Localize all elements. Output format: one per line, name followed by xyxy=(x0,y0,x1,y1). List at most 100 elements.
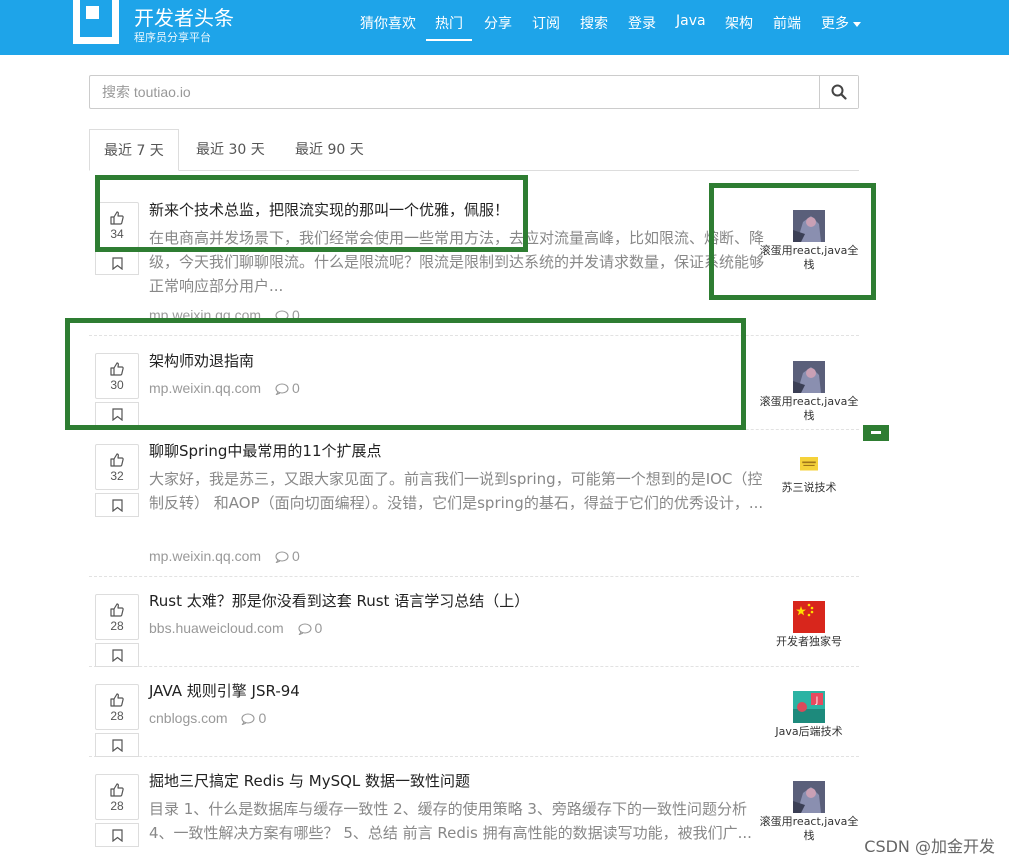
list-item: 28 Rust 太难？那是你没看到这套 Rust 语言学习总结（上） bbs.h… xyxy=(89,577,859,667)
nav-frontend[interactable]: 前端 xyxy=(773,13,801,33)
item-title[interactable]: 掘地三尺搞定 Redis 与 MySQL 数据一致性问题 xyxy=(149,770,470,791)
tab-last-30-days[interactable]: 最近 30 天 xyxy=(182,129,279,171)
comment-count: 0 xyxy=(291,307,300,323)
author-name: 苏三说技术 xyxy=(781,481,837,494)
comment-count: 0 xyxy=(314,620,323,636)
upvote-button[interactable]: 28 xyxy=(95,684,139,730)
avatar xyxy=(793,361,825,393)
author[interactable]: 开发者独家号 xyxy=(755,601,863,649)
item-source[interactable]: cnblogs.com xyxy=(149,710,228,726)
bookmark-button[interactable] xyxy=(95,402,139,426)
search-input[interactable] xyxy=(90,76,820,108)
chevron-down-icon xyxy=(853,21,861,27)
comment-count: 0 xyxy=(291,380,300,396)
author[interactable]: 滚蛋用react,java全栈 xyxy=(755,210,863,272)
upvote-button[interactable]: 34 xyxy=(95,202,139,248)
brand-subtitle: 程序员分享平台 xyxy=(134,31,211,44)
nav-share[interactable]: 分享 xyxy=(484,13,512,33)
logo-icon[interactable] xyxy=(73,0,119,44)
list-item: 34 新来个技术总监，把限流实现的那叫一个优雅，佩服！ 在电商高并发场景下，我们… xyxy=(89,183,859,336)
top-navbar: 开发者头条 程序员分享平台 猜你喜欢 热门 分享 订阅 搜索 登录 Java 架… xyxy=(0,0,1009,55)
comment-link[interactable]: 0 xyxy=(297,620,323,636)
vote-count: 34 xyxy=(110,227,124,241)
author-name: Java后端技术 xyxy=(775,725,843,738)
bookmark-button[interactable] xyxy=(95,643,139,667)
item-meta: mp.weixin.qq.com 0 xyxy=(149,548,300,564)
item-source[interactable]: mp.weixin.qq.com xyxy=(149,307,261,323)
upvote-button[interactable]: 32 xyxy=(95,444,139,490)
vote-count: 28 xyxy=(110,799,124,813)
author[interactable]: 滚蛋用react,java全栈 xyxy=(755,781,863,843)
list-item: 28 JAVA 规则引擎 JSR-94 cnblogs.com 0 J Java… xyxy=(89,667,859,757)
upvote-button[interactable]: 28 xyxy=(95,774,139,820)
author[interactable]: J Java后端技术 xyxy=(755,691,863,739)
thumbs-up-icon xyxy=(110,453,124,467)
vote-count: 30 xyxy=(110,378,124,392)
nav-more-dropdown[interactable]: 更多 xyxy=(821,13,861,33)
nav-java[interactable]: Java xyxy=(676,13,706,29)
list-item: 30 架构师劝退指南 mp.weixin.qq.com 0 滚蛋用react,j… xyxy=(89,336,859,430)
item-meta: cnblogs.com 0 xyxy=(149,710,266,726)
brand-name[interactable]: 开发者头条 xyxy=(134,2,234,31)
bookmark-icon xyxy=(112,829,123,842)
search-icon xyxy=(831,84,847,100)
highlight-marker xyxy=(863,425,889,441)
thumbs-up-icon xyxy=(110,211,124,225)
search-button[interactable] xyxy=(819,76,858,108)
tab-last-7-days[interactable]: 最近 7 天 xyxy=(89,129,179,171)
watermark: CSDN @加金开发 xyxy=(864,837,995,856)
nav-guess-you-like[interactable]: 猜你喜欢 xyxy=(360,13,416,33)
comment-link[interactable]: 0 xyxy=(275,307,300,323)
comment-icon xyxy=(241,713,256,726)
item-source[interactable]: bbs.huaweicloud.com xyxy=(149,620,284,636)
item-meta: mp.weixin.qq.com 0 xyxy=(149,307,300,323)
date-range-tabs: 最近 7 天 最近 30 天 最近 90 天 xyxy=(89,129,859,171)
nav-architecture[interactable]: 架构 xyxy=(725,13,753,33)
bookmark-button[interactable] xyxy=(95,733,139,757)
comment-icon xyxy=(275,551,289,564)
item-source[interactable]: mp.weixin.qq.com xyxy=(149,380,261,396)
avatar: J xyxy=(793,691,825,723)
list-item: 32 聊聊Spring中最常用的11个扩展点 大家好，我是苏三，又跟大家见面了。… xyxy=(89,430,859,577)
comment-link[interactable]: 0 xyxy=(241,710,266,726)
item-summary: 目录 1、什么是数据库与缓存一致性 2、缓存的使用策略 3、旁路缓存下的一致性问… xyxy=(149,800,752,842)
nav-search[interactable]: 搜索 xyxy=(580,13,608,33)
item-title[interactable]: Rust 太难？那是你没看到这套 Rust 语言学习总结（上） xyxy=(149,590,529,611)
author[interactable]: 苏三说技术 xyxy=(755,457,863,495)
item-title[interactable]: 新来个技术总监，把限流实现的那叫一个优雅，佩服！ xyxy=(149,199,509,220)
thumbs-up-icon xyxy=(110,693,124,707)
nav-more-label: 更多 xyxy=(821,16,849,32)
item-meta: mp.weixin.qq.com 0 xyxy=(149,380,300,396)
item-title[interactable]: JAVA 规则引擎 JSR-94 xyxy=(149,680,300,701)
tab-last-90-days[interactable]: 最近 90 天 xyxy=(281,129,378,171)
svg-text:J: J xyxy=(815,696,819,706)
bookmark-button[interactable] xyxy=(95,493,139,517)
item-source[interactable]: mp.weixin.qq.com xyxy=(149,548,261,564)
author[interactable]: 滚蛋用react,java全栈 xyxy=(755,361,863,423)
comment-count: 0 xyxy=(258,710,267,726)
comment-link[interactable]: 0 xyxy=(275,380,300,396)
bookmark-icon xyxy=(112,408,123,421)
bookmark-button[interactable] xyxy=(95,823,139,847)
author-name: 滚蛋用react,java全栈 xyxy=(759,395,859,422)
list-item: 28 掘地三尺搞定 Redis 与 MySQL 数据一致性问题 目录 1、什么是… xyxy=(89,757,859,863)
upvote-button[interactable]: 28 xyxy=(95,594,139,640)
item-summary: 大家好，我是苏三，又跟大家见面了。前言我们一说到spring，可能第一个想到的是… xyxy=(149,470,764,512)
bookmark-icon xyxy=(112,499,123,512)
nav-hot[interactable]: 热门 xyxy=(426,13,472,41)
nav-subscribe[interactable]: 订阅 xyxy=(532,13,560,33)
upvote-button[interactable]: 30 xyxy=(95,353,139,399)
comment-link[interactable]: 0 xyxy=(275,548,300,564)
item-meta: bbs.huaweicloud.com 0 xyxy=(149,620,322,636)
item-title[interactable]: 架构师劝退指南 xyxy=(149,350,254,371)
item-title[interactable]: 聊聊Spring中最常用的11个扩展点 xyxy=(149,440,382,461)
bookmark-button[interactable] xyxy=(95,251,139,275)
bookmark-icon xyxy=(112,739,123,752)
nav-login[interactable]: 登录 xyxy=(628,13,656,33)
vote-count: 28 xyxy=(110,709,124,723)
thumbs-up-icon xyxy=(110,783,124,797)
author-name: 滚蛋用react,java全栈 xyxy=(759,244,859,271)
comment-icon xyxy=(275,310,289,323)
vote-count: 28 xyxy=(110,619,124,633)
comment-count: 0 xyxy=(291,548,300,564)
